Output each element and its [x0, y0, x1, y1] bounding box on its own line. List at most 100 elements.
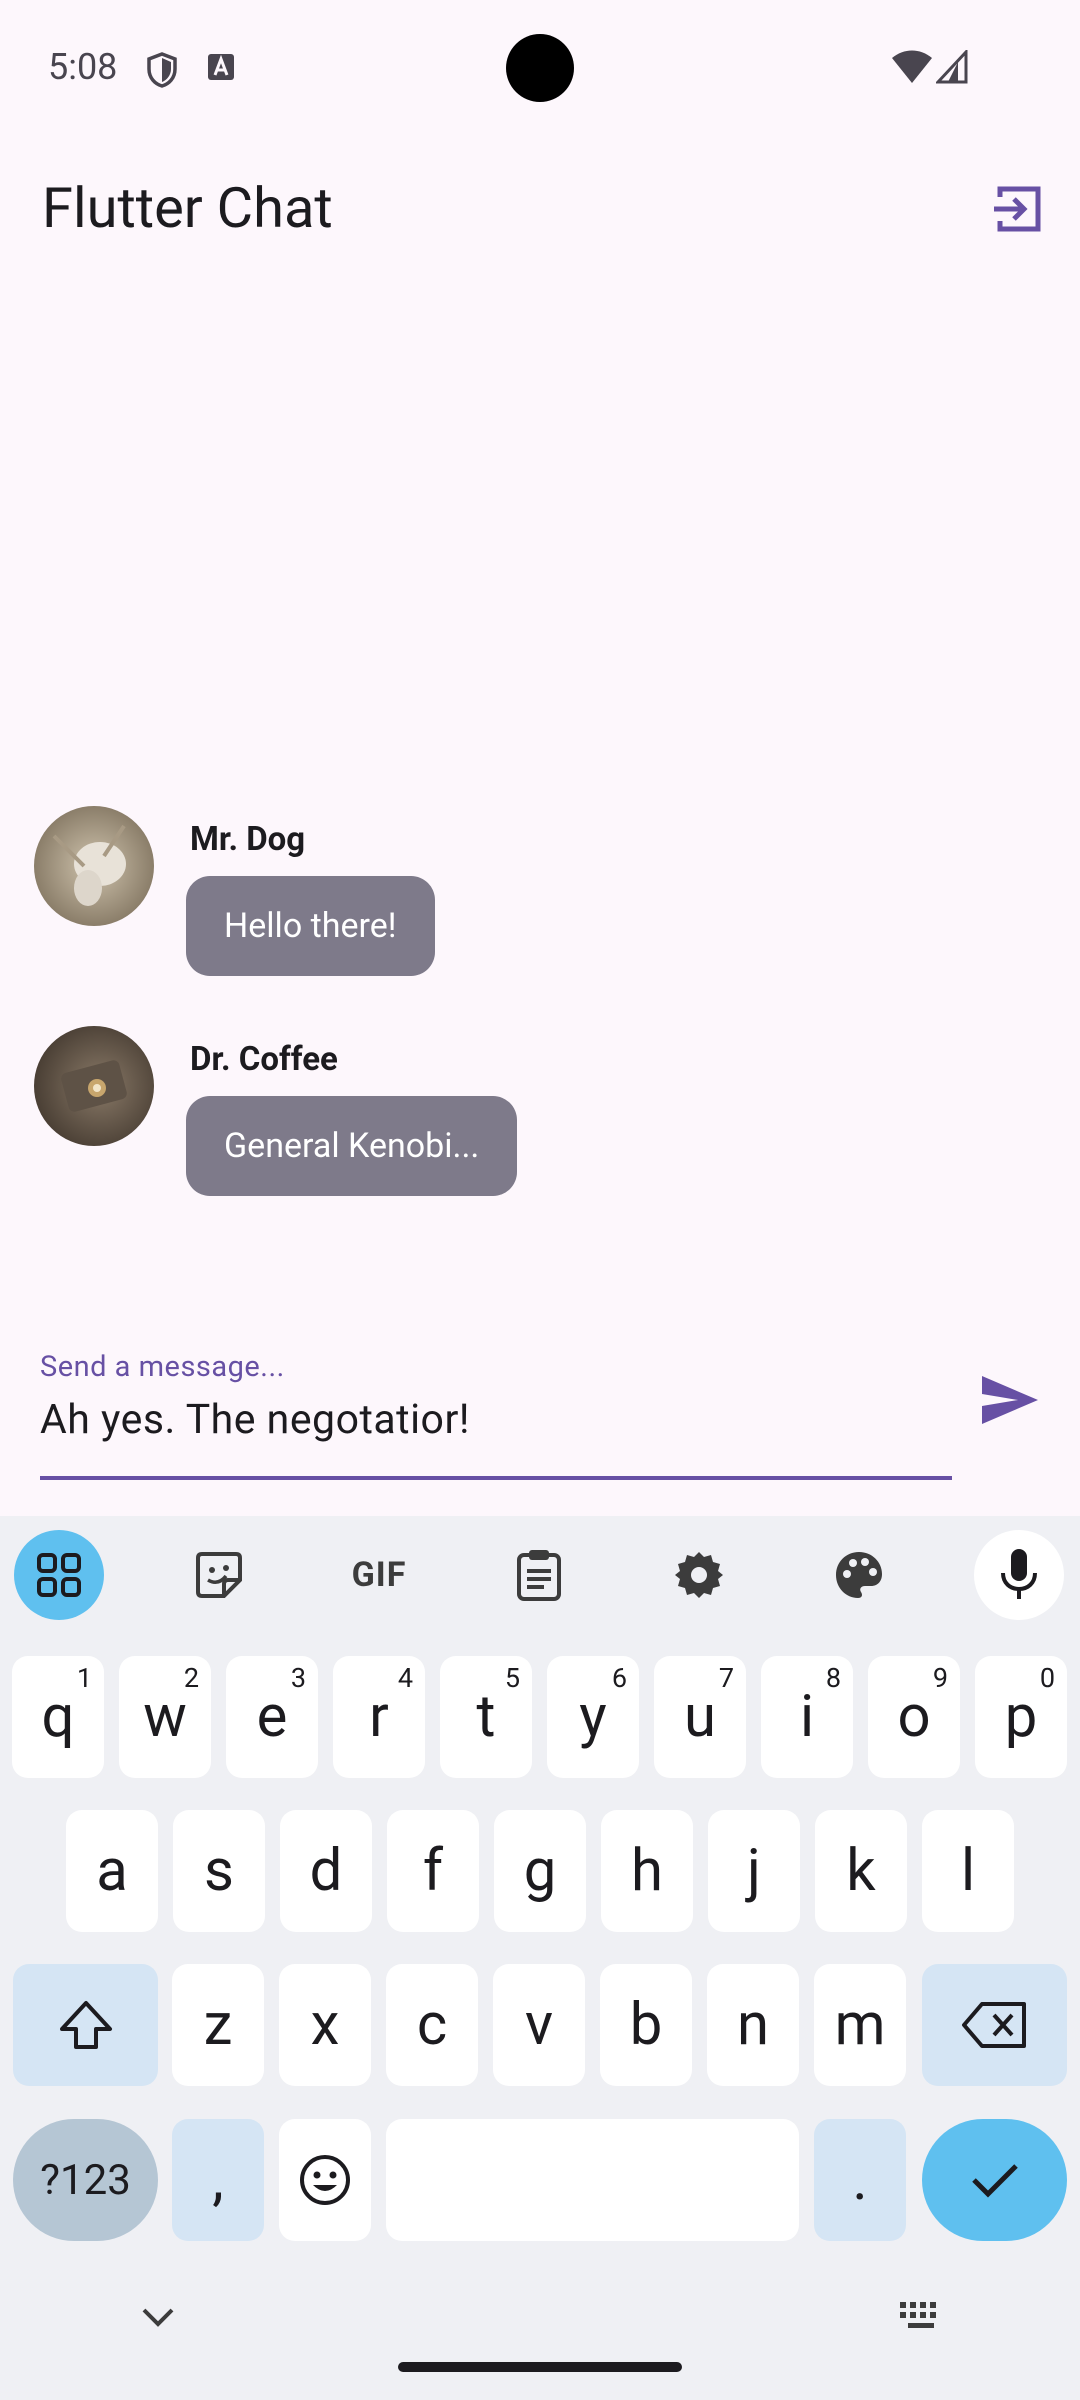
send-button[interactable] — [978, 1372, 1050, 1444]
key-p[interactable]: p0 — [975, 1656, 1067, 1778]
emoji-key[interactable] — [279, 2119, 371, 2241]
key-hint-number: 8 — [825, 1662, 841, 1694]
message-item: Mr. Dog Hello there! — [0, 806, 1080, 976]
enter-key[interactable] — [922, 2119, 1067, 2241]
key-hint-number: 2 — [183, 1662, 199, 1694]
key-c[interactable]: c — [386, 1964, 478, 2086]
message-input-label: Send a message... — [40, 1350, 285, 1384]
apps-button[interactable] — [14, 1530, 104, 1620]
key-label: j — [747, 1837, 761, 1905]
key-z[interactable]: z — [172, 1964, 264, 2086]
space-key[interactable] — [386, 2119, 799, 2241]
key-q[interactable]: q1 — [12, 1656, 104, 1778]
key-label: k — [846, 1837, 876, 1905]
status-bar: 5:08 — [0, 0, 1080, 135]
key-label: e — [256, 1683, 288, 1751]
symbols-key-label: ?123 — [40, 2155, 131, 2205]
backspace-icon — [961, 2002, 1026, 2048]
period-key-label: . — [852, 2146, 868, 2214]
key-e[interactable]: e3 — [226, 1656, 318, 1778]
key-label: v — [524, 1991, 554, 2059]
key-f[interactable]: f — [387, 1810, 479, 1932]
key-w[interactable]: w2 — [119, 1656, 211, 1778]
key-r[interactable]: r4 — [333, 1656, 425, 1778]
key-label: a — [96, 1837, 128, 1905]
input-underline — [40, 1476, 952, 1480]
theme-button[interactable] — [814, 1530, 904, 1620]
key-label: u — [684, 1683, 716, 1751]
status-time: 5:08 — [48, 46, 118, 88]
app-bar: Flutter Chat — [0, 135, 1080, 281]
chevron-down-icon — [142, 2308, 174, 2327]
gif-label: GIF — [351, 1555, 407, 1595]
period-key[interactable]: . — [814, 2119, 906, 2241]
key-hint-number: 9 — [932, 1662, 948, 1694]
key-label: s — [204, 1837, 234, 1905]
keyboard-switch-button[interactable] — [898, 2300, 944, 2336]
key-t[interactable]: t5 — [440, 1656, 532, 1778]
key-label: z — [203, 1991, 233, 2059]
key-label: h — [631, 1837, 663, 1905]
wifi-icon — [892, 50, 932, 88]
avatar — [34, 1026, 154, 1146]
key-x[interactable]: x — [279, 1964, 371, 2086]
key-hint-number: 7 — [718, 1662, 734, 1694]
key-l[interactable]: l — [922, 1810, 1014, 1932]
key-hint-number: 6 — [611, 1662, 627, 1694]
hide-keyboard-button[interactable] — [140, 2306, 176, 2334]
palette-icon — [836, 1552, 882, 1598]
key-n[interactable]: n — [707, 1964, 799, 2086]
sticker-icon — [196, 1552, 242, 1598]
message-input[interactable]: Ah yes. The negotatior! — [40, 1396, 470, 1444]
key-label: i — [799, 1683, 815, 1751]
key-label: c — [416, 1991, 448, 2059]
key-m[interactable]: m — [814, 1964, 906, 2086]
symbols-key[interactable]: ?123 — [13, 2119, 158, 2241]
message-composer: Send a message... Ah yes. The negotatior… — [0, 1330, 1080, 1520]
key-h[interactable]: h — [601, 1810, 693, 1932]
message-text: General Kenobi... — [224, 1126, 480, 1166]
sticker-button[interactable] — [174, 1530, 264, 1620]
comma-key[interactable]: , — [172, 2119, 264, 2241]
key-d[interactable]: d — [280, 1810, 372, 1932]
comma-key-label: , — [212, 2146, 224, 2214]
logout-button[interactable] — [988, 179, 1048, 239]
shift-icon — [59, 2001, 112, 2049]
key-s[interactable]: s — [173, 1810, 265, 1932]
key-b[interactable]: b — [600, 1964, 692, 2086]
key-o[interactable]: o9 — [868, 1656, 960, 1778]
key-label: q — [41, 1683, 75, 1751]
grid-icon — [37, 1553, 81, 1597]
key-label: t — [476, 1683, 496, 1751]
key-i[interactable]: i8 — [761, 1656, 853, 1778]
gif-button[interactable]: GIF — [334, 1530, 424, 1620]
key-k[interactable]: k — [815, 1810, 907, 1932]
backspace-key[interactable] — [922, 1964, 1067, 2086]
key-label: y — [579, 1683, 607, 1751]
sender-name: Mr. Dog — [190, 820, 306, 859]
key-label: m — [834, 1991, 886, 2059]
key-g[interactable]: g — [494, 1810, 586, 1932]
key-label: x — [310, 1991, 340, 2059]
key-label: w — [143, 1683, 187, 1751]
message-bubble: Hello there! — [186, 876, 435, 976]
voice-input-button[interactable] — [974, 1530, 1064, 1620]
shift-key[interactable] — [13, 1964, 158, 2086]
key-label: o — [897, 1683, 931, 1751]
key-j[interactable]: j — [708, 1810, 800, 1932]
soft-keyboard: GIF q 1 w 2 e 3 r 4 t 5 y 6 u 7 i 8 o 9 … — [0, 1516, 1080, 2400]
key-v[interactable]: v — [493, 1964, 585, 2086]
key-u[interactable]: u7 — [654, 1656, 746, 1778]
key-label: l — [960, 1837, 976, 1905]
keyboard-toolbar: GIF — [0, 1516, 1080, 1636]
key-hint-number: 3 — [290, 1662, 306, 1694]
key-label: g — [523, 1837, 557, 1905]
settings-button[interactable] — [654, 1530, 744, 1620]
home-indicator[interactable] — [398, 2362, 682, 2372]
key-y[interactable]: y6 — [547, 1656, 639, 1778]
key-hint-number: 0 — [1039, 1662, 1055, 1694]
sender-name: Dr. Coffee — [190, 1040, 338, 1079]
key-label: r — [369, 1683, 389, 1751]
key-a[interactable]: a — [66, 1810, 158, 1932]
clipboard-button[interactable] — [494, 1530, 584, 1620]
